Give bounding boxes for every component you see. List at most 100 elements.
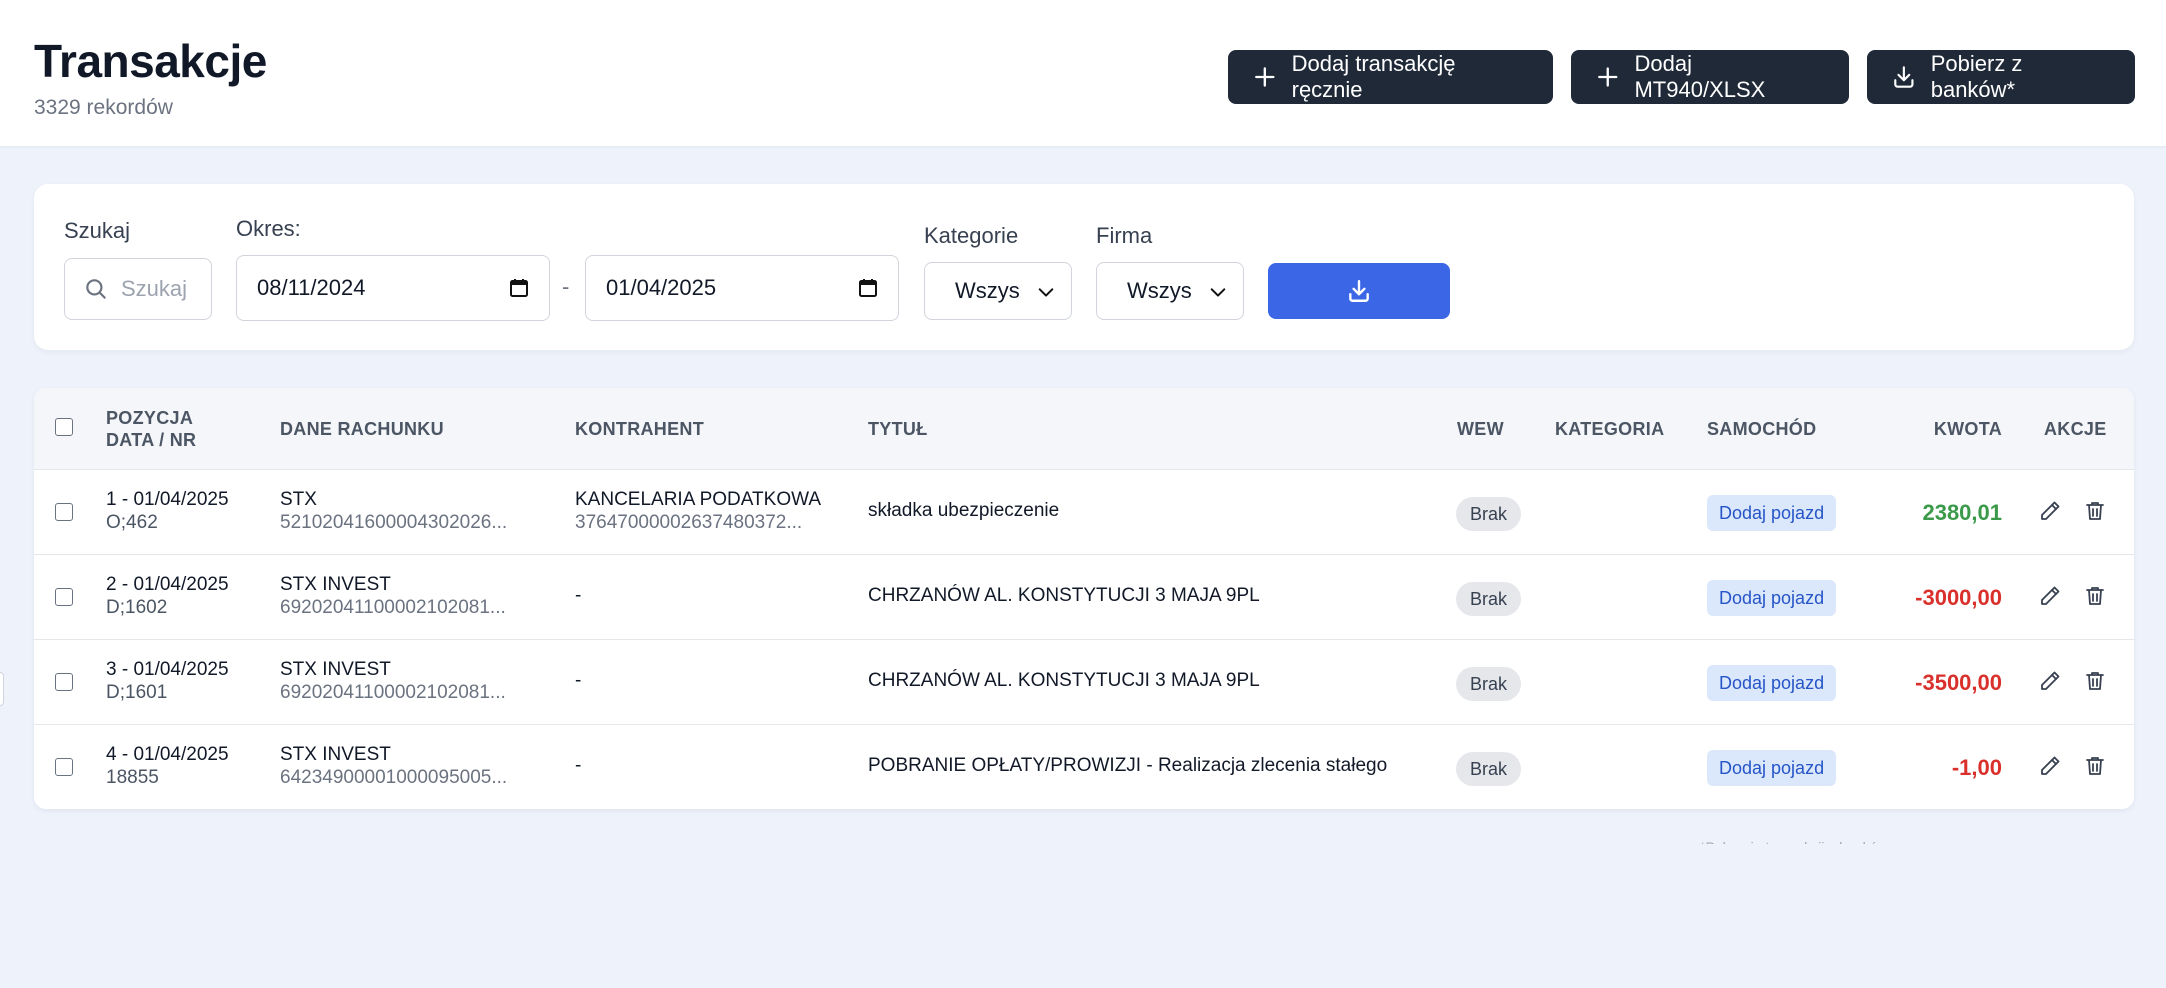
firm-label: Firma: [1096, 223, 1153, 248]
search-placeholder: Szukaj: [121, 276, 188, 301]
row-title: POBRANIE OPŁATY/PROWIZJI - Realizacja zl…: [868, 755, 1388, 776]
header-position-line1: POZYCJA: [106, 408, 194, 428]
internal-badge: Brak: [1456, 582, 1522, 616]
plus-icon: [1255, 67, 1275, 87]
row-checkbox[interactable]: [55, 503, 73, 521]
calendar-icon[interactable]: [858, 278, 878, 298]
export-button[interactable]: [1268, 263, 1450, 319]
row-number: 18855: [106, 767, 159, 788]
fetch-from-banks-label: Pobierz z banków*: [1930, 51, 2023, 102]
row-position: 2 - 01/04/2025: [106, 574, 229, 595]
row-amount: -3000,00: [1915, 585, 2002, 610]
internal-badge: Brak: [1456, 667, 1522, 701]
date-separator: -: [562, 274, 570, 299]
side-panel-handle[interactable]: [0, 672, 4, 706]
row-counterparty-name: -: [575, 755, 582, 776]
row-checkbox[interactable]: [55, 673, 73, 691]
firm-select[interactable]: Wszys: [1096, 262, 1244, 320]
table-row[interactable]: 2 - 01/04/2025 D;1602 STX INVEST 6920204110…: [34, 555, 2134, 640]
header-actions: AKCJE: [2044, 419, 2107, 439]
add-mt940-button[interactable]: Dodaj MT940/XLSX: [1571, 50, 1849, 104]
add-manual-transaction-button[interactable]: Dodaj transakcję ręcznie: [1228, 50, 1553, 104]
date-from-input[interactable]: 08/11/2024: [236, 255, 550, 321]
row-checkbox[interactable]: [55, 588, 73, 606]
row-counterparty-name: KANCELARIA PODATKOWA: [575, 489, 821, 510]
internal-badge: Brak: [1456, 497, 1522, 531]
row-title: składka ubezpieczenie: [868, 500, 1060, 521]
row-account-name: STX INVEST: [280, 659, 391, 680]
filter-panel: Szukaj Szukaj Okres: 08/11/2024 - 01/04/…: [34, 184, 2134, 350]
category-select[interactable]: Wszys: [924, 262, 1072, 320]
add-mt940-label: Dodaj MT940/XLSX: [1634, 51, 1766, 102]
row-number: O;462: [106, 512, 158, 533]
add-vehicle-button[interactable]: Dodaj pojazd: [1707, 580, 1837, 616]
header-internal: WEW: [1457, 419, 1504, 439]
plus-icon: [1598, 67, 1618, 87]
fetch-from-banks-button[interactable]: Pobierz z banków*: [1867, 50, 2135, 104]
add-manual-transaction-label: Dodaj transakcję ręcznie: [1291, 51, 1456, 102]
download-icon: [1349, 280, 1369, 302]
row-account-number: 52102041600004302026...: [280, 512, 508, 533]
footnote: *Pobranie transakcji z banków...: [1700, 836, 2130, 844]
row-amount: -1,00: [1951, 755, 2002, 780]
header-category: KATEGORIA: [1555, 419, 1665, 439]
trash-icon[interactable]: [2083, 669, 2107, 693]
date-from-value: 08/11/2024: [257, 275, 366, 300]
row-position: 1 - 01/04/2025: [106, 489, 229, 510]
select-all-checkbox[interactable]: [55, 418, 73, 436]
trash-icon[interactable]: [2083, 754, 2107, 778]
chevron-down-icon: [1038, 288, 1054, 297]
row-checkbox[interactable]: [55, 758, 73, 776]
header-account: DANE RACHUNKU: [280, 419, 444, 439]
row-number: D;1602: [106, 597, 168, 618]
page-title: Transakcje: [34, 35, 267, 87]
search-icon: [86, 279, 106, 299]
row-counterparty-name: -: [575, 670, 582, 691]
row-number: D;1601: [106, 682, 168, 703]
date-to-input[interactable]: 01/04/2025: [585, 255, 899, 321]
add-vehicle-button[interactable]: Dodaj pojazd: [1707, 750, 1837, 786]
header-amount: KWOTA: [1933, 419, 2002, 439]
header-car: SAMOCHÓD: [1707, 419, 1817, 439]
row-counterparty-number: 37647000002637480372...: [575, 512, 803, 533]
download-icon: [1894, 66, 1914, 88]
pencil-icon[interactable]: [2038, 669, 2062, 693]
header-title: TYTUŁ: [868, 419, 928, 439]
add-vehicle-button[interactable]: Dodaj pojazd: [1707, 495, 1837, 531]
row-position: 3 - 01/04/2025: [106, 659, 229, 680]
internal-badge: Brak: [1456, 752, 1522, 786]
row-amount: -3500,00: [1915, 670, 2002, 695]
row-account-name: STX INVEST: [280, 744, 391, 765]
table-row[interactable]: 4 - 01/04/2025 18855 STX INVEST 64234900001…: [34, 725, 2134, 809]
add-vehicle-button[interactable]: Dodaj pojazd: [1707, 665, 1837, 701]
trash-icon[interactable]: [2083, 499, 2107, 523]
row-account-number: 69202041100002102081...: [280, 597, 506, 618]
header-position-line2: DATA / NR: [106, 430, 197, 450]
pencil-icon[interactable]: [2038, 584, 2062, 608]
chevron-down-icon: [1210, 288, 1226, 297]
date-to-value: 01/04/2025: [606, 275, 717, 300]
row-title: CHRZANÓW AL. KONSTYTUCJI 3 MAJA 9PL: [868, 585, 1260, 606]
table-row[interactable]: 1 - 01/04/2025 O;462 STX 521020416000043020…: [34, 470, 2134, 555]
row-account-number: 69202041100002102081...: [280, 682, 506, 703]
row-counterparty-name: -: [575, 585, 582, 606]
calendar-icon[interactable]: [509, 278, 529, 298]
period-label: Okres:: [236, 216, 301, 241]
page-header: Transakcje 3329 rekordów Dodaj transakcj…: [0, 0, 2166, 146]
pencil-icon[interactable]: [2038, 754, 2062, 778]
pencil-icon[interactable]: [2038, 499, 2062, 523]
header-position: POZYCJA DATA / NR: [106, 407, 196, 451]
row-amount: 2380,01: [1922, 500, 2002, 525]
row-title: CHRZANÓW AL. KONSTYTUCJI 3 MAJA 9PL: [868, 670, 1260, 691]
table-row[interactable]: 3 - 01/04/2025 D;1601 STX INVEST 6920204110…: [34, 640, 2134, 725]
transactions-table: POZYCJA DATA / NR DANE RACHUNKU KONTRAHE…: [34, 388, 2134, 809]
category-select-value: Wszys: [955, 278, 1020, 303]
table-header: POZYCJA DATA / NR DANE RACHUNKU KONTRAHE…: [34, 388, 2134, 470]
trash-icon[interactable]: [2083, 584, 2107, 608]
firm-select-value: Wszys: [1127, 278, 1192, 303]
category-label: Kategorie: [924, 223, 1019, 248]
row-account-name: STX INVEST: [280, 574, 391, 595]
header-counterparty: KONTRAHENT: [575, 419, 704, 439]
row-account-number: 64234900001000095005...: [280, 767, 508, 788]
search-input[interactable]: Szukaj: [64, 258, 212, 320]
